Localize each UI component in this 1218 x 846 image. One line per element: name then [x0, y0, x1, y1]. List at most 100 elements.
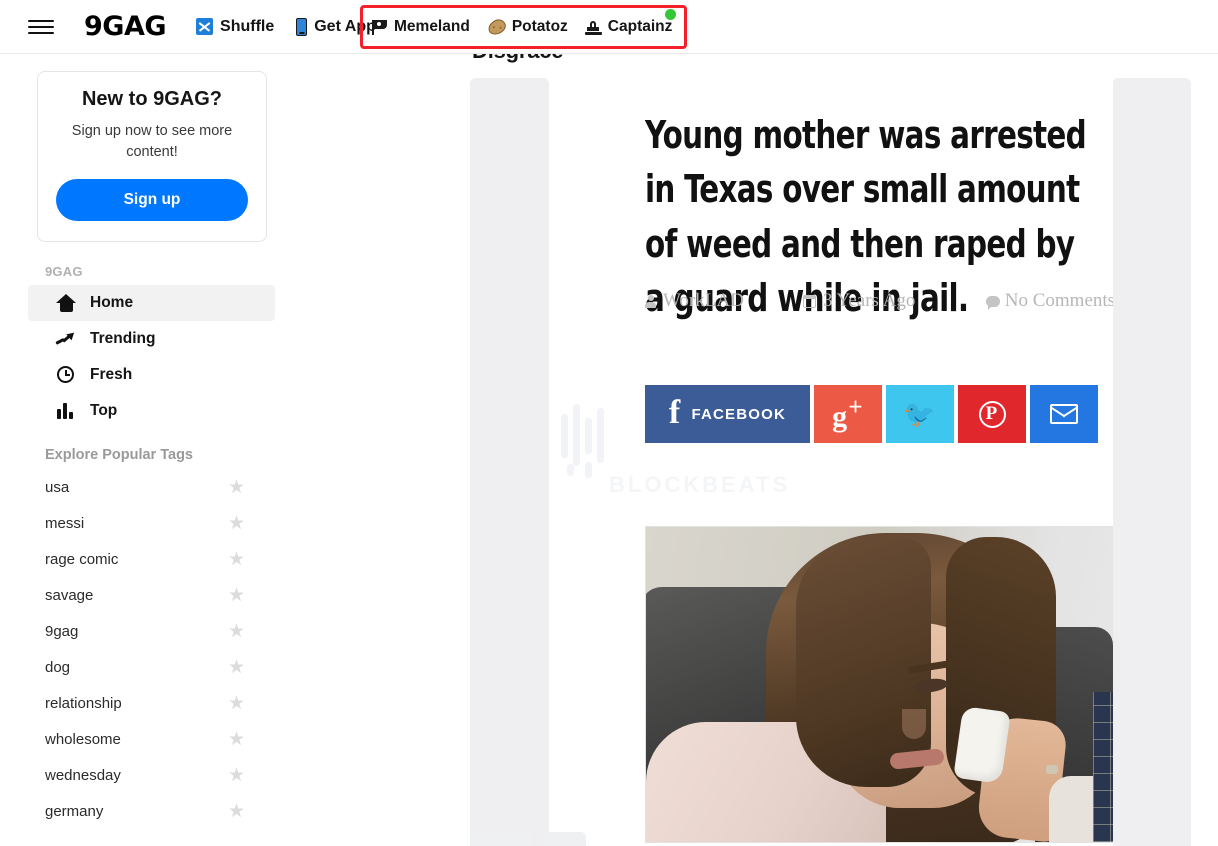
sidebar-item-fresh[interactable]: Fresh [28, 357, 275, 393]
tag-label: relationship [45, 694, 122, 712]
post-rail-left [470, 78, 549, 846]
pirate-flag-icon [371, 19, 388, 36]
partner-link-memeland[interactable]: Memeland [371, 18, 470, 36]
twitter-bird-icon: 🐦 [903, 399, 937, 429]
sidebar-item-top[interactable]: Top [28, 393, 275, 429]
partner-captainz-label: Captainz [607, 18, 673, 35]
post-title: Disgrace [472, 54, 564, 64]
trending-icon [55, 329, 77, 349]
star-icon[interactable]: ★ [228, 658, 245, 677]
watermark-text: BLOCKBEATS [609, 472, 791, 497]
partner-links-highlight-box: Memeland Potatoz Captainz [360, 5, 687, 49]
tag-item[interactable]: relationship ★ [45, 685, 245, 721]
comment-bubble-icon [986, 296, 1000, 310]
person-icon [645, 294, 656, 308]
article-comments-label: No Comments [1004, 290, 1113, 311]
sidebar-item-trending[interactable]: Trending [28, 321, 275, 357]
phone-icon [296, 17, 308, 36]
tag-item[interactable]: germany ★ [45, 793, 245, 829]
tag-label: wholesome [45, 730, 121, 748]
sidebar-item-fresh-label: Fresh [90, 366, 133, 384]
tag-item[interactable]: wednesday ★ [45, 757, 245, 793]
star-icon[interactable]: ★ [228, 514, 245, 533]
facebook-icon: f [668, 393, 682, 431]
shuffle-icon [196, 18, 214, 35]
star-icon[interactable]: ★ [228, 730, 245, 749]
sidebar-item-top-label: Top [90, 402, 118, 420]
post-action-button[interactable] [470, 832, 532, 846]
tag-label: savage [45, 586, 94, 604]
article-photo [645, 526, 1113, 843]
tag-label: usa [45, 478, 70, 496]
tag-item[interactable]: rage comic ★ [45, 541, 245, 577]
tag-item[interactable]: messi ★ [45, 505, 245, 541]
star-icon[interactable]: ★ [228, 694, 245, 713]
post-rail-right [1112, 78, 1191, 846]
social-share-row: f FACEBOOK g+ 🐦 P [645, 385, 1098, 443]
potato-icon [485, 17, 508, 37]
tag-item[interactable]: usa ★ [45, 469, 245, 505]
signup-card-title: New to 9GAG? [81, 88, 222, 110]
star-icon[interactable]: ★ [228, 622, 245, 641]
sidebar-item-home-label: Home [90, 294, 134, 312]
share-button-email[interactable] [1030, 385, 1098, 443]
calendar-icon [803, 294, 816, 308]
hamburger-line [28, 19, 54, 22]
home-icon [56, 293, 76, 313]
stamp-icon [584, 19, 602, 36]
post-action-bar [470, 832, 586, 846]
explore-tags-heading: Explore Popular Tags [45, 447, 193, 464]
sidebar-item-home[interactable]: Home [28, 285, 275, 322]
bar-chart-icon [56, 401, 76, 421]
star-icon[interactable]: ★ [228, 586, 245, 605]
tag-list: usa ★ messi ★ rage comic ★ savage ★ 9gag… [0, 469, 320, 829]
tag-label: rage comic [45, 550, 119, 568]
hamburger-line [28, 25, 54, 28]
article-author-label: WorkLAD [663, 290, 744, 311]
tag-item[interactable]: 9gag ★ [45, 613, 245, 649]
partner-memeland-label: Memeland [394, 18, 470, 35]
article-author: WorkLAD [645, 290, 795, 312]
nav-shuffle[interactable]: Shuffle [196, 18, 274, 36]
sidebar-nav-list: Home Trending Fresh Top [0, 285, 320, 429]
tag-label: dog [45, 658, 71, 676]
pinterest-icon: P [978, 400, 1006, 428]
article-date: 3 Years Ago [803, 290, 978, 312]
share-button-pinterest[interactable]: P [958, 385, 1026, 443]
article-date-label: 3 Years Ago [823, 290, 916, 311]
partner-link-potatoz[interactable]: Potatoz [485, 17, 568, 37]
brand-logo-9gag[interactable]: 9GAG [84, 11, 167, 42]
clock-icon [56, 365, 76, 385]
partner-link-captainz[interactable]: Captainz [584, 9, 677, 36]
post-action-button[interactable] [544, 832, 586, 846]
post-image-card[interactable]: BLOCKBEATS Young mother was arrested in … [549, 78, 1113, 846]
top-header: 9GAG Shuffle Get App Memeland Potatoz Ca… [0, 0, 1218, 54]
hamburger-line [28, 31, 54, 34]
star-icon[interactable]: ★ [228, 478, 245, 497]
sidebar-item-trending-label: Trending [90, 330, 156, 348]
signup-card: New to 9GAG? Sign up now to see more con… [37, 71, 267, 243]
sidebar-section-label: 9GAG [45, 264, 83, 280]
article-meta-row: WorkLAD 3 Years Ago No Comments [645, 290, 1113, 312]
share-button-facebook[interactable]: f FACEBOOK [645, 385, 810, 443]
google-plus-icon: g+ [832, 394, 864, 433]
left-sidebar: New to 9GAG? Sign up now to see more con… [0, 54, 320, 846]
signup-card-subtitle: Sign up now to see more content! [71, 123, 233, 161]
envelope-icon [1050, 404, 1078, 424]
article-comments: No Comments [986, 290, 1113, 312]
share-facebook-label: FACEBOOK [691, 405, 787, 423]
tag-item[interactable]: wholesome ★ [45, 721, 245, 757]
star-icon[interactable]: ★ [228, 550, 245, 569]
tag-item[interactable]: savage ★ [45, 577, 245, 613]
signup-button[interactable]: Sign up [56, 179, 248, 222]
hamburger-menu-icon[interactable] [28, 17, 54, 37]
star-icon[interactable]: ★ [228, 766, 245, 785]
tag-label: messi [45, 514, 85, 532]
partner-potatoz-label: Potatoz [511, 18, 568, 35]
tag-label: 9gag [45, 622, 79, 640]
share-button-google-plus[interactable]: g+ [814, 385, 882, 443]
tag-label: germany [45, 802, 104, 820]
tag-item[interactable]: dog ★ [45, 649, 245, 685]
share-button-twitter[interactable]: 🐦 [886, 385, 954, 443]
star-icon[interactable]: ★ [228, 802, 245, 821]
